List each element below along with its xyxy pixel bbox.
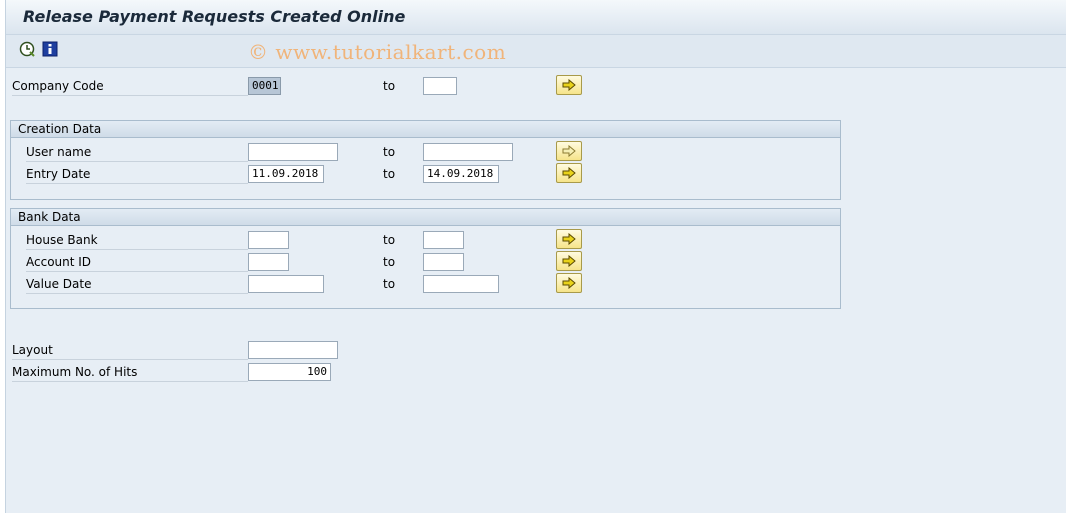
page-title: Release Payment Requests Created Online — [23, 7, 406, 26]
entry-date-label: Entry Date — [26, 165, 248, 184]
house-bank-to-input[interactable] — [423, 231, 464, 249]
max-hits-input[interactable]: 100 — [248, 363, 331, 381]
user-name-to-label: to — [383, 145, 396, 159]
user-name-multiple-selection-button[interactable] — [556, 141, 582, 161]
account-id-label: Account ID — [26, 253, 248, 272]
main-frame: Release Payment Requests Created Online … — [5, 0, 1066, 513]
arrow-right-icon — [562, 79, 576, 91]
company-code-multiple-selection-button[interactable] — [556, 75, 582, 95]
house-bank-multiple-selection-button[interactable] — [556, 229, 582, 249]
account-id-multiple-selection-button[interactable] — [556, 251, 582, 271]
account-id-to-label: to — [383, 255, 396, 269]
value-date-from-input[interactable] — [248, 275, 324, 293]
bank-data-title: Bank Data — [11, 209, 840, 226]
house-bank-from-input[interactable] — [248, 231, 289, 249]
arrow-right-icon — [562, 277, 576, 289]
value-date-multiple-selection-button[interactable] — [556, 273, 582, 293]
arrow-right-icon — [562, 255, 576, 267]
user-name-label: User name — [26, 143, 248, 162]
company-code-to-label: to — [383, 79, 396, 93]
company-code-label: Company Code — [12, 77, 248, 96]
entry-date-to-label: to — [383, 167, 396, 181]
creation-data-title: Creation Data — [11, 121, 840, 138]
company-code-from-input[interactable]: 0001 — [248, 77, 281, 95]
arrow-right-icon — [562, 145, 576, 157]
arrow-right-icon — [562, 233, 576, 245]
user-name-to-input[interactable] — [423, 143, 513, 161]
layout-input[interactable] — [248, 341, 338, 359]
info-icon[interactable] — [42, 41, 58, 57]
entry-date-to-input[interactable]: 14.09.2018 — [423, 165, 499, 183]
value-date-to-input[interactable] — [423, 275, 499, 293]
entry-date-from-input[interactable]: 11.09.2018 — [248, 165, 324, 183]
company-code-to-input[interactable] — [423, 77, 457, 95]
watermark-text: © www.tutorialkart.com — [248, 40, 507, 64]
value-date-to-label: to — [383, 277, 396, 291]
title-bar: Release Payment Requests Created Online — [6, 0, 1066, 35]
user-name-from-input[interactable] — [248, 143, 338, 161]
layout-label: Layout — [12, 341, 248, 360]
max-hits-label: Maximum No. of Hits — [12, 363, 248, 382]
house-bank-label: House Bank — [26, 231, 248, 250]
house-bank-to-label: to — [383, 233, 396, 247]
entry-date-multiple-selection-button[interactable] — [556, 163, 582, 183]
application-toolbar: © www.tutorialkart.com — [6, 35, 1066, 68]
account-id-to-input[interactable] — [423, 253, 464, 271]
arrow-right-icon — [562, 167, 576, 179]
execute-clock-icon[interactable] — [19, 41, 35, 57]
value-date-label: Value Date — [26, 275, 248, 294]
account-id-from-input[interactable] — [248, 253, 289, 271]
